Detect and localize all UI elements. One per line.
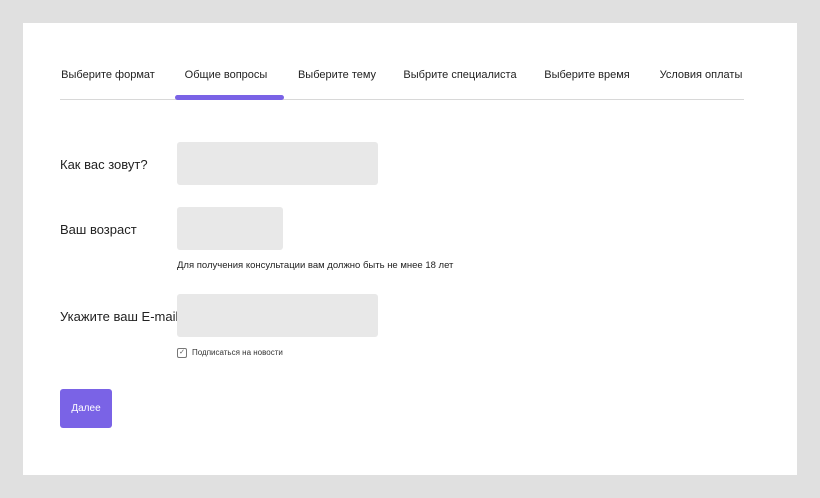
age-hint: Для получения консультации вам должно бы… bbox=[177, 260, 454, 271]
form-card: Выберите формат Общие вопросы Выберите т… bbox=[23, 23, 797, 475]
tab-general-questions[interactable]: Общие вопросы bbox=[185, 69, 268, 81]
email-label: Укажите ваш E-mail bbox=[60, 309, 179, 324]
check-icon: ✓ bbox=[179, 348, 185, 356]
tab-format[interactable]: Выберите формат bbox=[61, 69, 155, 81]
step-tabs: Выберите формат Общие вопросы Выберите т… bbox=[60, 23, 744, 100]
app-frame: Выберите формат Общие вопросы Выберите т… bbox=[0, 0, 820, 498]
next-button[interactable]: Далее bbox=[60, 389, 112, 428]
subscribe-row: ✓ Подписаться на новости bbox=[177, 347, 283, 358]
tab-specialist[interactable]: Выбрите специалиста bbox=[403, 69, 516, 81]
email-input[interactable] bbox=[177, 294, 378, 337]
tab-topic[interactable]: Выберите тему bbox=[298, 69, 376, 81]
subscribe-label[interactable]: Подписаться на новости bbox=[192, 348, 283, 357]
name-label: Как вас зовут? bbox=[60, 157, 148, 172]
age-label: Ваш возраст bbox=[60, 222, 137, 237]
tab-payment-terms[interactable]: Условия оплаты bbox=[660, 69, 743, 81]
name-input[interactable] bbox=[177, 142, 378, 185]
age-input[interactable] bbox=[177, 207, 283, 250]
active-tab-indicator bbox=[175, 95, 284, 100]
subscribe-checkbox[interactable]: ✓ bbox=[177, 347, 187, 358]
tab-time[interactable]: Выберите время bbox=[544, 69, 630, 81]
